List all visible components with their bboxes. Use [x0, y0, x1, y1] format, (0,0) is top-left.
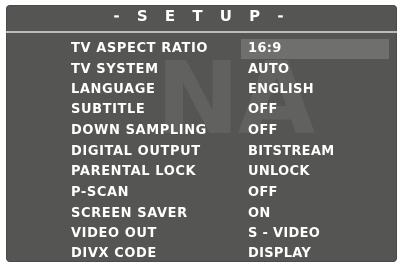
- menu-item-value[interactable]: ON: [248, 204, 271, 224]
- menu-item-label: PARENTAL LOCK: [71, 164, 197, 179]
- menu-item-value[interactable]: 16:9: [248, 39, 282, 59]
- menu-item-divx-code[interactable]: DIVX CODE DISPLAY: [6, 244, 397, 262]
- menu-item-value[interactable]: S - VIDEO: [248, 224, 320, 244]
- menu-item-label: DIVX CODE: [71, 246, 157, 261]
- menu-item-label: P-SCAN: [71, 185, 130, 200]
- menu-item-value[interactable]: OFF: [248, 183, 278, 203]
- setup-menu-screen: NA - S E T U P - TV ASPECT RATIO 16:9 TV…: [6, 5, 397, 262]
- menu-item-value[interactable]: OFF: [248, 100, 278, 120]
- menu-item-p-scan[interactable]: P-SCAN OFF: [6, 183, 397, 203]
- menu-item-value[interactable]: AUTO: [248, 60, 289, 80]
- title-divider: [6, 31, 397, 33]
- menu-item-language[interactable]: LANGUAGE ENGLISH: [6, 80, 397, 100]
- screenshot-frame: NA - S E T U P - TV ASPECT RATIO 16:9 TV…: [0, 0, 403, 266]
- menu-item-value[interactable]: DISPLAY: [248, 244, 311, 262]
- menu-item-label: TV ASPECT RATIO: [71, 41, 209, 56]
- menu-item-subtitle[interactable]: SUBTITLE OFF: [6, 100, 397, 120]
- menu-item-label: SCREEN SAVER: [71, 206, 188, 221]
- menu-item-parental-lock[interactable]: PARENTAL LOCK UNLOCK: [6, 162, 397, 182]
- menu-item-tv-system[interactable]: TV SYSTEM AUTO: [6, 60, 397, 80]
- menu-item-label: DOWN SAMPLING: [71, 123, 207, 138]
- menu-item-label: VIDEO OUT: [71, 226, 158, 241]
- menu-item-digital-output[interactable]: DIGITAL OUTPUT BITSTREAM: [6, 142, 397, 162]
- menu-item-screen-saver[interactable]: SCREEN SAVER ON: [6, 204, 397, 224]
- menu-title: - S E T U P -: [113, 7, 290, 25]
- menu-item-value[interactable]: UNLOCK: [248, 162, 310, 182]
- menu-item-value[interactable]: ENGLISH: [248, 80, 314, 100]
- menu-item-down-sampling[interactable]: DOWN SAMPLING OFF: [6, 121, 397, 141]
- menu-item-label: SUBTITLE: [71, 102, 146, 117]
- menu-item-tv-aspect-ratio[interactable]: TV ASPECT RATIO 16:9: [6, 39, 397, 59]
- menu-item-video-out[interactable]: VIDEO OUT S - VIDEO: [6, 224, 397, 244]
- menu-item-label: DIGITAL OUTPUT: [71, 144, 201, 159]
- menu-item-value[interactable]: OFF: [248, 121, 278, 141]
- menu-item-label: LANGUAGE: [71, 82, 156, 97]
- menu-item-label: TV SYSTEM: [71, 62, 159, 77]
- menu-item-value[interactable]: BITSTREAM: [248, 142, 334, 162]
